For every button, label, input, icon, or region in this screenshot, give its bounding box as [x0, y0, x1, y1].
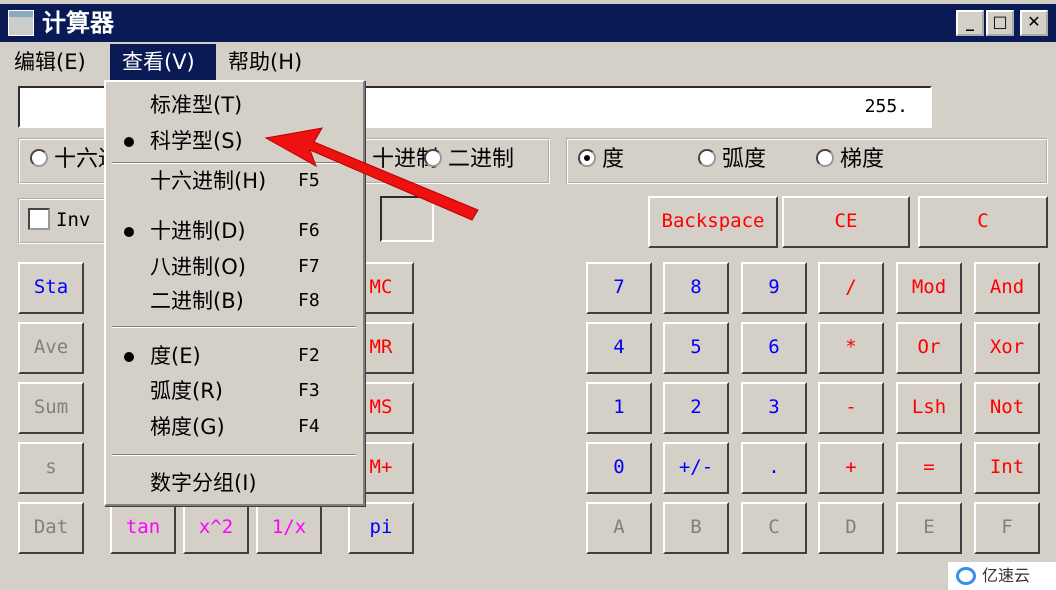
- key-button-2-0[interactable]: 1: [586, 382, 652, 434]
- key-button-2-4[interactable]: Lsh: [896, 382, 962, 434]
- inv-label: Inv: [56, 209, 91, 231]
- key-button-2-1[interactable]: 2: [663, 382, 729, 434]
- stat-button-sta[interactable]: Sta: [18, 262, 84, 314]
- menu-item-label: 弧度(R): [150, 379, 223, 403]
- key-button-3-3[interactable]: +: [818, 442, 884, 494]
- view-menu-item-7[interactable]: 弧度(R) F3: [106, 374, 362, 408]
- key-button-0-5[interactable]: And: [974, 262, 1040, 314]
- view-menu-item-4[interactable]: 八进制(O) F7: [106, 250, 362, 284]
- key-button-4-2[interactable]: C: [741, 502, 807, 554]
- key-button-2-2[interactable]: 3: [741, 382, 807, 434]
- radio-radians[interactable]: [698, 149, 716, 167]
- close-button[interactable]: ✕: [1020, 10, 1048, 36]
- minimize-button[interactable]: _: [956, 10, 984, 36]
- title-bar: 计算器: [0, 4, 1056, 42]
- watermark-text: 亿速云: [982, 566, 1031, 585]
- radio-gradians[interactable]: [816, 149, 834, 167]
- menu-view[interactable]: 查看(V): [110, 44, 216, 80]
- menu-item-label: 十进制(D): [150, 219, 246, 243]
- key-button-1-3[interactable]: *: [818, 322, 884, 374]
- key-button-2-3[interactable]: -: [818, 382, 884, 434]
- stat-button-s[interactable]: s: [18, 442, 84, 494]
- key-button-3-1[interactable]: +/-: [663, 442, 729, 494]
- key-button-4-1[interactable]: B: [663, 502, 729, 554]
- angle-group: 度 弧度 梯度: [566, 138, 1048, 184]
- view-menu-item-6[interactable]: 度(E) F2: [106, 339, 362, 373]
- menu-item-label: 十六进制(H): [150, 169, 267, 193]
- menu-item-label: 标准型(T): [150, 93, 243, 117]
- key-button-1-0[interactable]: 4: [586, 322, 652, 374]
- key-button-0-2[interactable]: 9: [741, 262, 807, 314]
- key-button-0-0[interactable]: 7: [586, 262, 652, 314]
- key-button-3-2[interactable]: .: [741, 442, 807, 494]
- menu-item-shortcut: F2: [298, 345, 320, 366]
- key-button-0-3[interactable]: /: [818, 262, 884, 314]
- func-button-2[interactable]: 1/x: [256, 502, 322, 554]
- key-button-1-1[interactable]: 5: [663, 322, 729, 374]
- func-button-0[interactable]: tan: [110, 502, 176, 554]
- check-bullet-icon: [124, 352, 134, 362]
- view-menu-item-9[interactable]: 数字分组(I): [106, 466, 362, 500]
- stat-button-sum[interactable]: Sum: [18, 382, 84, 434]
- watermark-logo-icon: [956, 567, 976, 585]
- radio-degrees-label: 度: [602, 147, 625, 172]
- check-bullet-icon: [124, 137, 134, 147]
- key-button-3-5[interactable]: Int: [974, 442, 1040, 494]
- watermark: 亿速云: [948, 562, 1056, 590]
- menu-item-label: 二进制(B): [150, 289, 244, 313]
- ce-button[interactable]: CE: [782, 196, 910, 248]
- menu-item-shortcut: F8: [298, 290, 320, 311]
- view-menu-item-5[interactable]: 二进制(B) F8: [106, 284, 362, 318]
- menu-item-label: 数字分组(I): [150, 471, 257, 495]
- inv-group: Inv: [18, 198, 112, 244]
- menu-edit[interactable]: 编辑(E): [6, 44, 94, 80]
- mem-button-4[interactable]: pi: [348, 502, 414, 554]
- key-button-4-3[interactable]: D: [818, 502, 884, 554]
- menu-item-shortcut: F7: [298, 256, 320, 277]
- radio-gradians-label: 梯度: [840, 147, 885, 172]
- radio-radians-label: 弧度: [722, 147, 767, 172]
- backspace-button[interactable]: Backspace: [648, 196, 778, 248]
- menu-item-label: 梯度(G): [150, 415, 225, 439]
- key-button-1-2[interactable]: 6: [741, 322, 807, 374]
- key-button-4-5[interactable]: F: [974, 502, 1040, 554]
- check-bullet-icon: [124, 227, 134, 237]
- maximize-button[interactable]: □: [986, 10, 1014, 36]
- stat-button-dat[interactable]: Dat: [18, 502, 84, 554]
- key-button-1-5[interactable]: Xor: [974, 322, 1040, 374]
- key-button-4-0[interactable]: A: [586, 502, 652, 554]
- c-button[interactable]: C: [918, 196, 1048, 248]
- key-button-0-1[interactable]: 8: [663, 262, 729, 314]
- menu-item-label: 科学型(S): [150, 129, 243, 153]
- key-button-2-5[interactable]: Not: [974, 382, 1040, 434]
- menu-separator: [112, 326, 356, 328]
- menu-item-shortcut: F3: [298, 380, 320, 401]
- view-menu-item-0[interactable]: 标准型(T): [106, 88, 362, 122]
- inv-checkbox[interactable]: [28, 207, 50, 230]
- func-button-1[interactable]: x^2: [183, 502, 249, 554]
- menu-help[interactable]: 帮助(H): [220, 44, 310, 80]
- calculator-icon: [8, 10, 34, 36]
- key-button-1-4[interactable]: Or: [896, 322, 962, 374]
- menu-item-shortcut: F4: [298, 416, 320, 437]
- radio-hex[interactable]: [30, 149, 48, 167]
- red-arrow-annotation: [264, 127, 479, 221]
- key-button-3-4[interactable]: =: [896, 442, 962, 494]
- stat-button-ave[interactable]: Ave: [18, 322, 84, 374]
- menu-item-label: 八进制(O): [150, 255, 246, 279]
- window-title: 计算器: [42, 9, 114, 37]
- key-button-3-0[interactable]: 0: [586, 442, 652, 494]
- menu-item-label: 度(E): [150, 344, 201, 368]
- menu-separator: [112, 454, 356, 456]
- key-button-0-4[interactable]: Mod: [896, 262, 962, 314]
- view-menu-item-8[interactable]: 梯度(G) F4: [106, 410, 362, 444]
- key-button-4-4[interactable]: E: [896, 502, 962, 554]
- radio-degrees[interactable]: [578, 149, 596, 167]
